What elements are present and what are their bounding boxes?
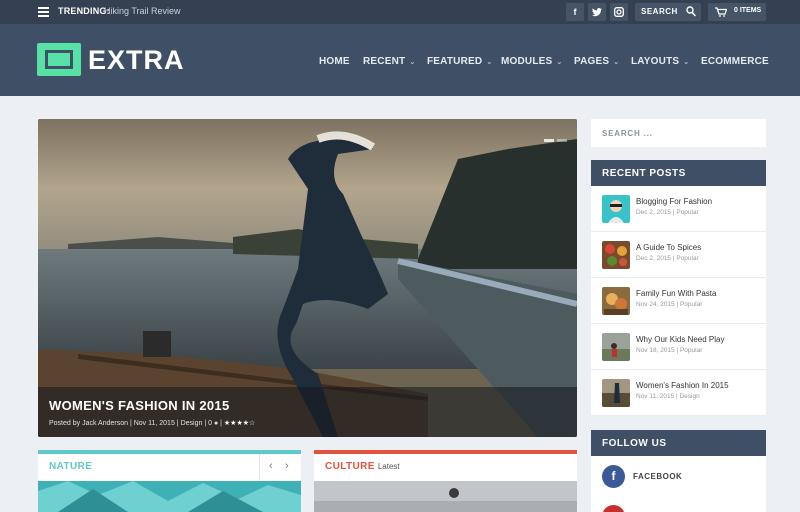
top-search-box[interactable]: SEARCH [635, 3, 701, 21]
list-item[interactable]: A Guide To Spices Dec 2, 2015 | Popular [591, 232, 766, 278]
rating-stars-icon: ★★★★☆ [223, 420, 256, 427]
chevron-down-icon: ⌄ [486, 59, 493, 66]
sidebar-search-input[interactable]: SEARCH ... [591, 119, 766, 147]
culture-title-text: CULTURE [325, 461, 375, 472]
nav-label: RECENT [363, 56, 406, 67]
carousel-arrows: ‹ › [259, 454, 301, 480]
nature-image[interactable] [38, 481, 301, 512]
trending-label: TRENDING: [58, 6, 110, 16]
facebook-icon[interactable]: f [566, 3, 584, 21]
top-search-label: SEARCH [641, 7, 678, 16]
nature-module: NATURE ‹ › [38, 450, 301, 512]
post-title[interactable]: Family Fun With Pasta [636, 289, 716, 298]
chevron-left-icon[interactable]: ‹ [269, 460, 273, 472]
culture-module-title[interactable]: CULTURE Latest [325, 461, 400, 472]
site-header: EXTRA HOME RECENT ⌄ FEATURED ⌄ MODULES ⌄ PA… [0, 24, 800, 96]
cart-label: 0 ITEMS [734, 7, 762, 14]
twitter-icon[interactable] [588, 3, 606, 21]
post-thumbnail[interactable] [602, 333, 630, 361]
top-bar: TRENDING: Hiking Trail Review f SEARCH 0… [0, 0, 800, 24]
featured-slider[interactable]: WOMEN'S FASHION IN 2015 Posted by Jack A… [38, 119, 577, 437]
recent-posts-list: Blogging For Fashion Dec 2, 2015 | Popul… [591, 186, 766, 416]
comment-icon: ● [213, 420, 219, 427]
post-title[interactable]: A Guide To Spices [636, 243, 701, 252]
culture-subtitle: Latest [377, 462, 400, 471]
nav-label: HOME [319, 56, 350, 67]
youtube-icon[interactable] [602, 505, 625, 512]
post-title[interactable]: Why Our Kids Need Play [636, 335, 724, 344]
list-item[interactable]: Women's Fashion In 2015 Nov 11, 2015 | D… [591, 370, 766, 416]
post-thumbnail[interactable] [602, 287, 630, 315]
facebook-follow-link[interactable]: FACEBOOK [633, 472, 682, 481]
nav-ecommerce[interactable]: ECOMMERCE [701, 56, 769, 67]
post-title[interactable]: Women's Fashion In 2015 [636, 381, 729, 390]
culture-image[interactable] [314, 481, 577, 512]
culture-module: CULTURE Latest [314, 450, 577, 512]
nature-module-title[interactable]: NATURE [49, 461, 92, 472]
post-thumbnail[interactable] [602, 241, 630, 269]
author-link[interactable]: Jack Anderson [82, 420, 128, 427]
facebook-icon[interactable]: f [602, 465, 625, 488]
nav-label: FEATURED [427, 56, 483, 67]
comment-count[interactable]: 0 [208, 420, 212, 427]
nav-recent[interactable]: RECENT ⌄ [363, 56, 415, 67]
list-item[interactable]: Why Our Kids Need Play Nov 18, 2015 | Po… [591, 324, 766, 370]
nav-pages[interactable]: PAGES ⌄ [574, 56, 619, 67]
nav-label: LAYOUTS [631, 56, 680, 67]
post-title[interactable]: Blogging For Fashion [636, 197, 712, 206]
post-meta: Dec 2, 2015 | Popular [636, 255, 699, 262]
chevron-down-icon: ⌄ [613, 59, 620, 66]
hamburger-menu-icon[interactable] [38, 7, 49, 17]
meta-prefix: Posted by [49, 420, 83, 427]
sidebar-search-placeholder: SEARCH ... [602, 129, 653, 138]
chevron-down-icon: ⌄ [683, 59, 690, 66]
slider-dots[interactable] [541, 129, 567, 147]
search-icon[interactable] [686, 6, 696, 17]
chevron-down-icon: ⌄ [556, 59, 563, 66]
list-item[interactable]: Blogging For Fashion Dec 2, 2015 | Popul… [591, 186, 766, 232]
follow-us-widget: f FACEBOOK [591, 456, 766, 512]
logo-icon[interactable] [37, 43, 81, 76]
post-date: Nov 11, 2015 [133, 420, 175, 427]
post-thumbnail[interactable] [602, 195, 630, 223]
post-meta: Nov 18, 2015 | Popular [636, 347, 703, 354]
nav-label: ECOMMERCE [701, 56, 769, 67]
chevron-right-icon[interactable]: › [285, 460, 289, 472]
post-meta: Nov 24, 2015 | Popular [636, 301, 703, 308]
recent-posts-title: RECENT POSTS [602, 168, 686, 179]
list-item[interactable]: Family Fun With Pasta Nov 24, 2015 | Pop… [591, 278, 766, 324]
hero-meta: Posted by Jack Anderson | Nov 11, 2015 |… [49, 420, 256, 427]
cart-icon [715, 7, 727, 17]
hero-title[interactable]: WOMEN'S FASHION IN 2015 [49, 398, 229, 413]
follow-us-title: FOLLOW US [602, 438, 667, 449]
recent-posts-header: RECENT POSTS [591, 160, 766, 186]
chevron-down-icon: ⌄ [409, 59, 416, 66]
post-meta: Nov 11, 2015 | Design [636, 393, 700, 400]
nav-featured[interactable]: FEATURED ⌄ [427, 56, 492, 67]
cart-button[interactable]: 0 ITEMS [708, 3, 766, 21]
post-thumbnail[interactable] [602, 379, 630, 407]
nav-modules[interactable]: MODULES ⌄ [501, 56, 562, 67]
nav-label: PAGES [574, 56, 610, 67]
nav-home[interactable]: HOME [319, 56, 350, 67]
post-meta: Dec 2, 2015 | Popular [636, 209, 699, 216]
nav-layouts[interactable]: LAYOUTS ⌄ [631, 56, 689, 67]
category-link[interactable]: Design [181, 420, 203, 427]
logo-text[interactable]: EXTRA [88, 45, 185, 76]
instagram-icon[interactable] [610, 3, 628, 21]
hero-caption: WOMEN'S FASHION IN 2015 Posted by Jack A… [38, 387, 577, 437]
nav-label: MODULES [501, 56, 553, 67]
follow-us-header: FOLLOW US [591, 430, 766, 456]
trending-link[interactable]: Hiking Trail Review [104, 6, 181, 16]
